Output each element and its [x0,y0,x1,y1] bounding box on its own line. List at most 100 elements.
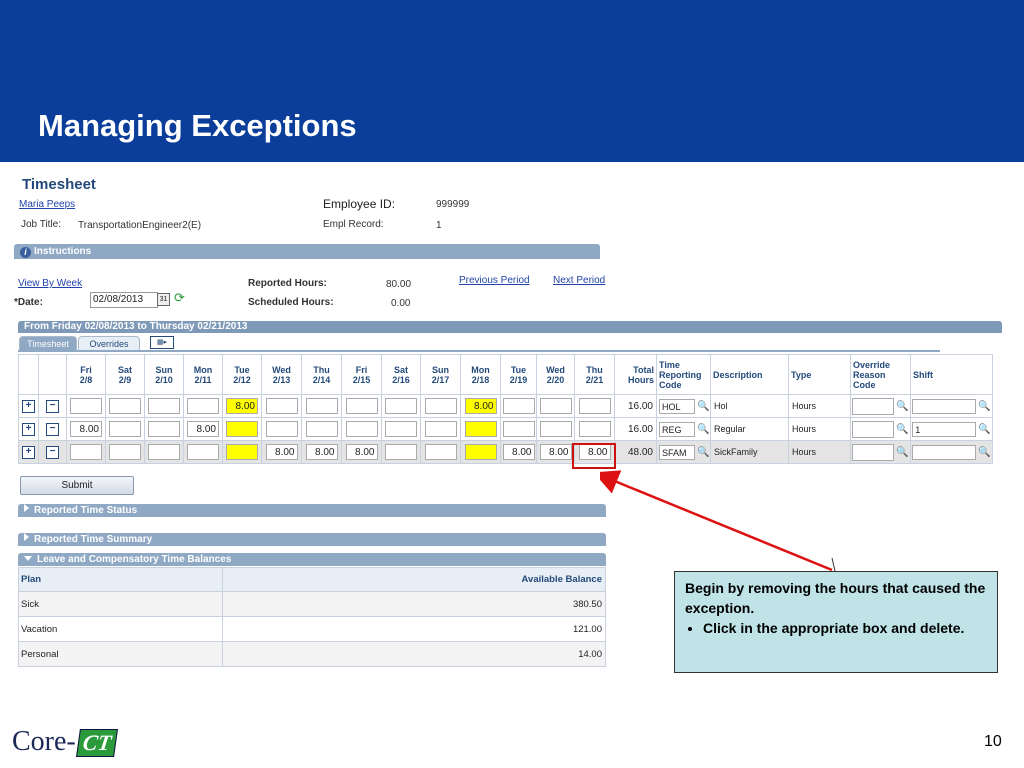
override-input[interactable] [852,397,895,415]
shift-input[interactable] [912,398,977,414]
hours-input[interactable] [70,444,102,460]
hours-input[interactable]: 8.00 [70,421,102,437]
hours-input[interactable] [187,398,219,414]
hours-input[interactable] [578,398,611,414]
hours-input[interactable] [109,444,141,460]
hours-input[interactable] [578,421,611,437]
override-input[interactable] [852,443,895,461]
day-cell: 8.00 [183,417,223,441]
hours-input[interactable] [502,421,535,437]
override-cell: 🔍 [850,417,911,441]
job-title-value: TransportationEngineer2(E) [78,220,202,231]
hours-input[interactable] [345,398,378,414]
search-icon[interactable]: 🔍 [697,424,709,435]
hours-input[interactable] [148,444,180,460]
description-cell: SickFamily [710,440,789,464]
submit-button[interactable]: Submit [20,476,134,495]
timesheet-title: Timesheet [22,176,96,193]
hours-input[interactable]: 8.00 [539,444,572,460]
hours-input[interactable] [539,398,572,414]
tab-timesheet[interactable]: Timesheet [19,336,77,351]
hours-input[interactable] [424,444,457,460]
override-cell: 🔍 [850,394,911,418]
hours-input[interactable]: 8.00 [187,421,219,437]
shift-cell: 1 🔍 [910,417,993,441]
delete-row-icon[interactable]: − [46,445,59,459]
hours-input[interactable] [70,398,102,414]
calendar-icon[interactable]: 31 [157,293,170,306]
hours-input[interactable]: 8.00 [502,444,535,460]
add-row-icon[interactable]: + [22,422,35,436]
date-input[interactable]: 02/08/2013 [90,292,158,308]
hours-input[interactable] [226,421,258,437]
tab-overrides[interactable]: Overrides [78,336,140,351]
hours-input[interactable] [424,398,457,414]
reported-time-summary-bar[interactable]: Reported Time Summary [18,533,606,546]
search-icon[interactable]: 🔍 [896,401,908,412]
hours-input[interactable] [424,421,457,437]
view-by-link[interactable]: View By Week [18,278,82,289]
day-cell [460,440,501,464]
refresh-icon[interactable]: ⟳ [174,290,185,306]
hours-input[interactable]: 8.00 [345,444,378,460]
reported-time-status-bar[interactable]: Reported Time Status [18,504,606,517]
delete-row-icon[interactable]: − [46,399,59,413]
hours-input[interactable]: 8.00 [305,444,338,460]
shift-input[interactable] [912,444,977,460]
slide-title: Managing Exceptions [38,108,357,143]
shift-input[interactable]: 1 [912,421,977,437]
slide-header: Managing Exceptions [0,0,1024,162]
hours-input[interactable] [148,421,180,437]
add-row-icon[interactable]: + [22,399,35,413]
leave-balances-bar[interactable]: Leave and Compensatory Time Balances [18,553,606,566]
day-cell [105,440,145,464]
search-icon[interactable]: 🔍 [697,447,709,458]
hours-input[interactable] [464,444,497,460]
hours-input[interactable] [502,398,535,414]
hours-input[interactable] [385,398,417,414]
period-bar: From Friday 02/08/2013 to Thursday 02/21… [18,321,1002,333]
instructions-bar[interactable]: i Instructions [14,244,600,259]
hours-input[interactable] [345,421,378,437]
employee-name-link[interactable]: Maria Peeps [19,199,75,210]
hours-input[interactable] [385,444,417,460]
hours-input[interactable]: 8.00 [226,398,258,414]
delete-row-icon[interactable]: − [46,422,59,436]
search-icon[interactable]: 🔍 [978,424,990,435]
hours-input[interactable] [265,421,298,437]
delete-cell: − [38,394,67,418]
trc-cell: REG 🔍 [656,417,711,441]
hours-input[interactable] [305,398,338,414]
balance-header: Available Balance [222,567,606,592]
hours-input[interactable]: 8.00 [265,444,298,460]
day-cell [500,417,537,441]
day-cell [420,440,461,464]
add-row-icon[interactable]: + [22,445,35,459]
hours-input[interactable] [109,398,141,414]
override-input[interactable] [852,420,895,438]
hours-input[interactable] [385,421,417,437]
search-icon[interactable]: 🔍 [978,401,990,412]
day-cell [144,417,184,441]
show-all-columns-icon[interactable]: ▦▸ [150,336,174,349]
trc-input[interactable]: HOL [659,398,695,414]
next-period-link[interactable]: Next Period [553,275,605,286]
hours-input[interactable]: 8.00 [464,398,497,414]
day-cell [105,394,145,418]
hours-input[interactable] [305,421,338,437]
hours-input[interactable] [187,444,219,460]
search-icon[interactable]: 🔍 [896,424,908,435]
search-icon[interactable]: 🔍 [697,401,709,412]
search-icon[interactable]: 🔍 [896,447,908,458]
override-header: Override Reason Code [850,354,911,395]
trc-input[interactable]: REG [659,421,695,437]
hours-input[interactable] [265,398,298,414]
trc-input[interactable]: SFAM [659,444,695,460]
hours-input[interactable] [148,398,180,414]
hours-input[interactable] [539,421,572,437]
search-icon[interactable]: 🔍 [978,447,990,458]
hours-input[interactable] [109,421,141,437]
hours-input[interactable] [226,444,258,460]
previous-period-link[interactable]: Previous Period [459,275,530,286]
hours-input[interactable] [464,421,497,437]
